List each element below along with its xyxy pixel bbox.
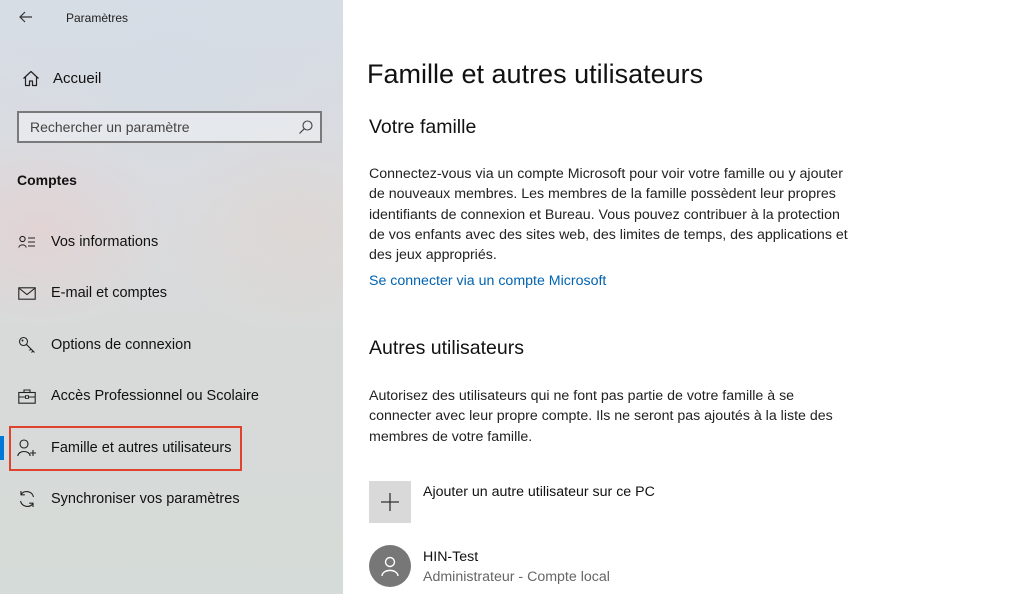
avatar [369, 545, 411, 587]
home-label: Accueil [53, 69, 102, 87]
sidebar-item-vos-informations[interactable]: Vos informations [0, 224, 343, 260]
other-users-description: Autorisez des utilisateurs qui ne font p… [369, 388, 833, 445]
back-button[interactable] [14, 6, 38, 28]
page-title: Famille et autres utilisateurs [367, 59, 704, 89]
user-account-type: Administrateur - Compte local [423, 569, 610, 585]
title-bar: Paramètres [0, 0, 343, 34]
search-icon[interactable] [298, 119, 314, 135]
sidebar-item-options-connexion[interactable]: Options de connexion [0, 327, 343, 363]
add-user-label: Ajouter un autre utilisateur sur ce PC [423, 484, 655, 500]
sidebar-item-label: Vos informations [51, 234, 159, 250]
family-heading: Votre famille [369, 116, 477, 138]
other-users-heading: Autres utilisateurs [369, 337, 524, 359]
connect-microsoft-link[interactable]: Se connecter via un compte Microsoft [369, 273, 606, 289]
sidebar-item-label: Options de connexion [51, 337, 192, 353]
plus-icon [369, 481, 411, 523]
highlight-outline [9, 426, 242, 471]
sidebar-item-label: Synchroniser vos paramètres [51, 491, 240, 507]
sidebar-item-label: E-mail et comptes [51, 285, 168, 301]
mail-icon [17, 283, 37, 303]
sidebar-item-synchroniser[interactable]: Synchroniser vos paramètres [0, 481, 343, 517]
user-info-icon [17, 232, 37, 252]
selection-indicator [0, 436, 4, 460]
family-description: Connectez-vous via un compte Microsoft p… [369, 166, 848, 264]
section-title: Comptes [17, 172, 77, 188]
search-input[interactable] [19, 113, 300, 141]
sidebar-item-email-comptes[interactable]: E-mail et comptes [0, 275, 343, 311]
main-content: Famille et autres utilisateurs Votre fam… [343, 0, 1024, 594]
app-title: Paramètres [66, 11, 129, 25]
person-icon [381, 556, 399, 577]
user-account-item[interactable]: HIN-Test Administrateur - Compte local [369, 545, 829, 591]
home-icon [20, 67, 42, 89]
sidebar-item-home[interactable]: Accueil [14, 64, 314, 92]
back-arrow-icon [19, 11, 32, 23]
add-user-button[interactable]: Ajouter un autre utilisateur sur ce PC [369, 481, 829, 525]
sidebar: Paramètres Accueil Comptes Vos inf [0, 0, 343, 594]
briefcase-icon [17, 386, 37, 406]
sidebar-item-label: Accès Professionnel ou Scolaire [51, 388, 259, 404]
sync-icon [17, 489, 37, 509]
key-icon [17, 335, 37, 355]
user-name: HIN-Test [423, 549, 479, 565]
sidebar-item-acces-professionnel[interactable]: Accès Professionnel ou Scolaire [0, 378, 343, 414]
search-box[interactable] [17, 111, 322, 143]
